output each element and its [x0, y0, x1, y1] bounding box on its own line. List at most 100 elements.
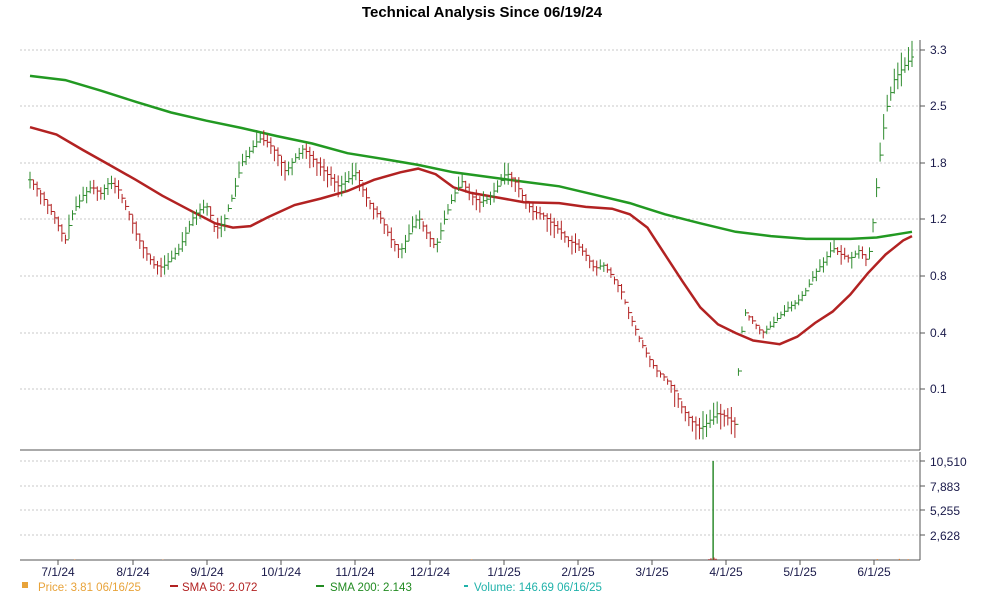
price-bar [105, 178, 110, 196]
price-bar [375, 206, 380, 218]
price-bar [183, 226, 188, 246]
price-bar [775, 312, 780, 324]
price-bar [74, 196, 79, 215]
price-bar [704, 414, 709, 438]
price-bar [654, 364, 659, 378]
price-bar [399, 243, 404, 259]
price-bar [318, 157, 323, 176]
price-bar [346, 171, 351, 184]
price-bar [233, 177, 238, 199]
legend: Price: 3.81 06/16/25 SMA 50: 2.072 SMA 2… [22, 582, 602, 594]
price-bar [814, 268, 819, 282]
price-bar [789, 301, 794, 312]
price-bar [159, 257, 164, 278]
price-bar [647, 352, 652, 368]
price-bar [70, 210, 75, 226]
price-bar [552, 217, 557, 239]
price-bar [127, 205, 132, 221]
price-bar [630, 312, 635, 327]
x-tick-label: 7/1/24 [41, 565, 75, 579]
price-bar [290, 158, 295, 176]
price-bar [888, 86, 893, 107]
price-bar [63, 232, 68, 244]
price-bar [102, 184, 107, 200]
price-bars [28, 40, 914, 440]
price-bar [66, 214, 71, 241]
price-bar [314, 158, 319, 176]
price-bar [169, 250, 174, 263]
volume-bar [898, 558, 900, 560]
price-bar [902, 57, 907, 73]
price-bar [350, 162, 355, 185]
price-bar [874, 178, 879, 224]
volume-tick-label: 10,510 [930, 455, 967, 469]
price-tick-label: 1.2 [930, 212, 947, 226]
price-bar [297, 147, 302, 160]
price-bar [453, 188, 458, 203]
price-bar [84, 186, 89, 204]
price-bar [357, 170, 362, 192]
price-tick-label: 0.8 [930, 269, 947, 283]
price-bar [729, 406, 734, 435]
price-bar [499, 174, 504, 187]
volume-bar [710, 558, 712, 560]
price-bar [768, 321, 773, 330]
price-bar [637, 328, 642, 343]
price-gridlines [20, 49, 920, 390]
price-bar [672, 384, 677, 407]
price-bar [293, 153, 298, 163]
price-bar [283, 160, 288, 181]
x-tick-label: 12/1/24 [410, 565, 450, 579]
price-bar [431, 238, 436, 249]
price-bar [144, 247, 149, 261]
price-bar [329, 166, 334, 186]
price-bar [215, 217, 220, 239]
price-bar [205, 202, 210, 216]
price-bar [389, 227, 394, 248]
price-bar [385, 224, 390, 237]
volume-panel: 10,510 7,883 5,255 2,628 [20, 452, 967, 561]
price-bar [828, 242, 833, 258]
price-bar [817, 259, 822, 272]
price-bar [368, 197, 373, 210]
price-bar [577, 239, 582, 252]
sma-200-line [29, 74, 913, 241]
volume-bar [713, 557, 715, 560]
price-bar [229, 194, 234, 210]
price-bar [569, 235, 574, 255]
technical-analysis-chart: Technical Analysis Since 06/19/24 3.3 2.5… [20, 4, 967, 594]
price-bar [899, 52, 904, 87]
price-bar [885, 94, 890, 129]
price-bar [665, 376, 670, 385]
price-bar [304, 143, 309, 159]
price-bar [258, 133, 263, 144]
price-bar [867, 247, 872, 260]
price-bar [718, 403, 723, 430]
price-bar [492, 182, 497, 203]
price-bar [644, 345, 649, 358]
price-bar [81, 186, 86, 202]
price-bar [786, 301, 791, 312]
price-bar [598, 259, 603, 270]
price-bar [162, 255, 167, 275]
price-bar [166, 252, 171, 270]
legend-price-marker [22, 582, 28, 588]
volume-bar [471, 559, 473, 560]
price-bar [846, 254, 851, 263]
price-bar [761, 329, 766, 339]
price-panel: 3.3 2.5 1.8 1.2 0.8 0.4 0.1 [20, 40, 947, 451]
price-bar [853, 250, 858, 258]
price-bar [708, 409, 713, 428]
price-bar [378, 210, 383, 224]
chart-title: Technical Analysis Since 06/19/24 [362, 4, 603, 21]
price-tick-label: 2.5 [930, 99, 947, 113]
price-bar [732, 417, 737, 438]
price-bar [495, 180, 500, 193]
price-bar [42, 191, 47, 206]
price-bar [155, 260, 160, 275]
volume-spike-bar [712, 461, 714, 560]
price-bar [747, 312, 752, 321]
price-bar [750, 316, 755, 324]
price-bar [743, 309, 748, 332]
price-bar [856, 245, 861, 259]
